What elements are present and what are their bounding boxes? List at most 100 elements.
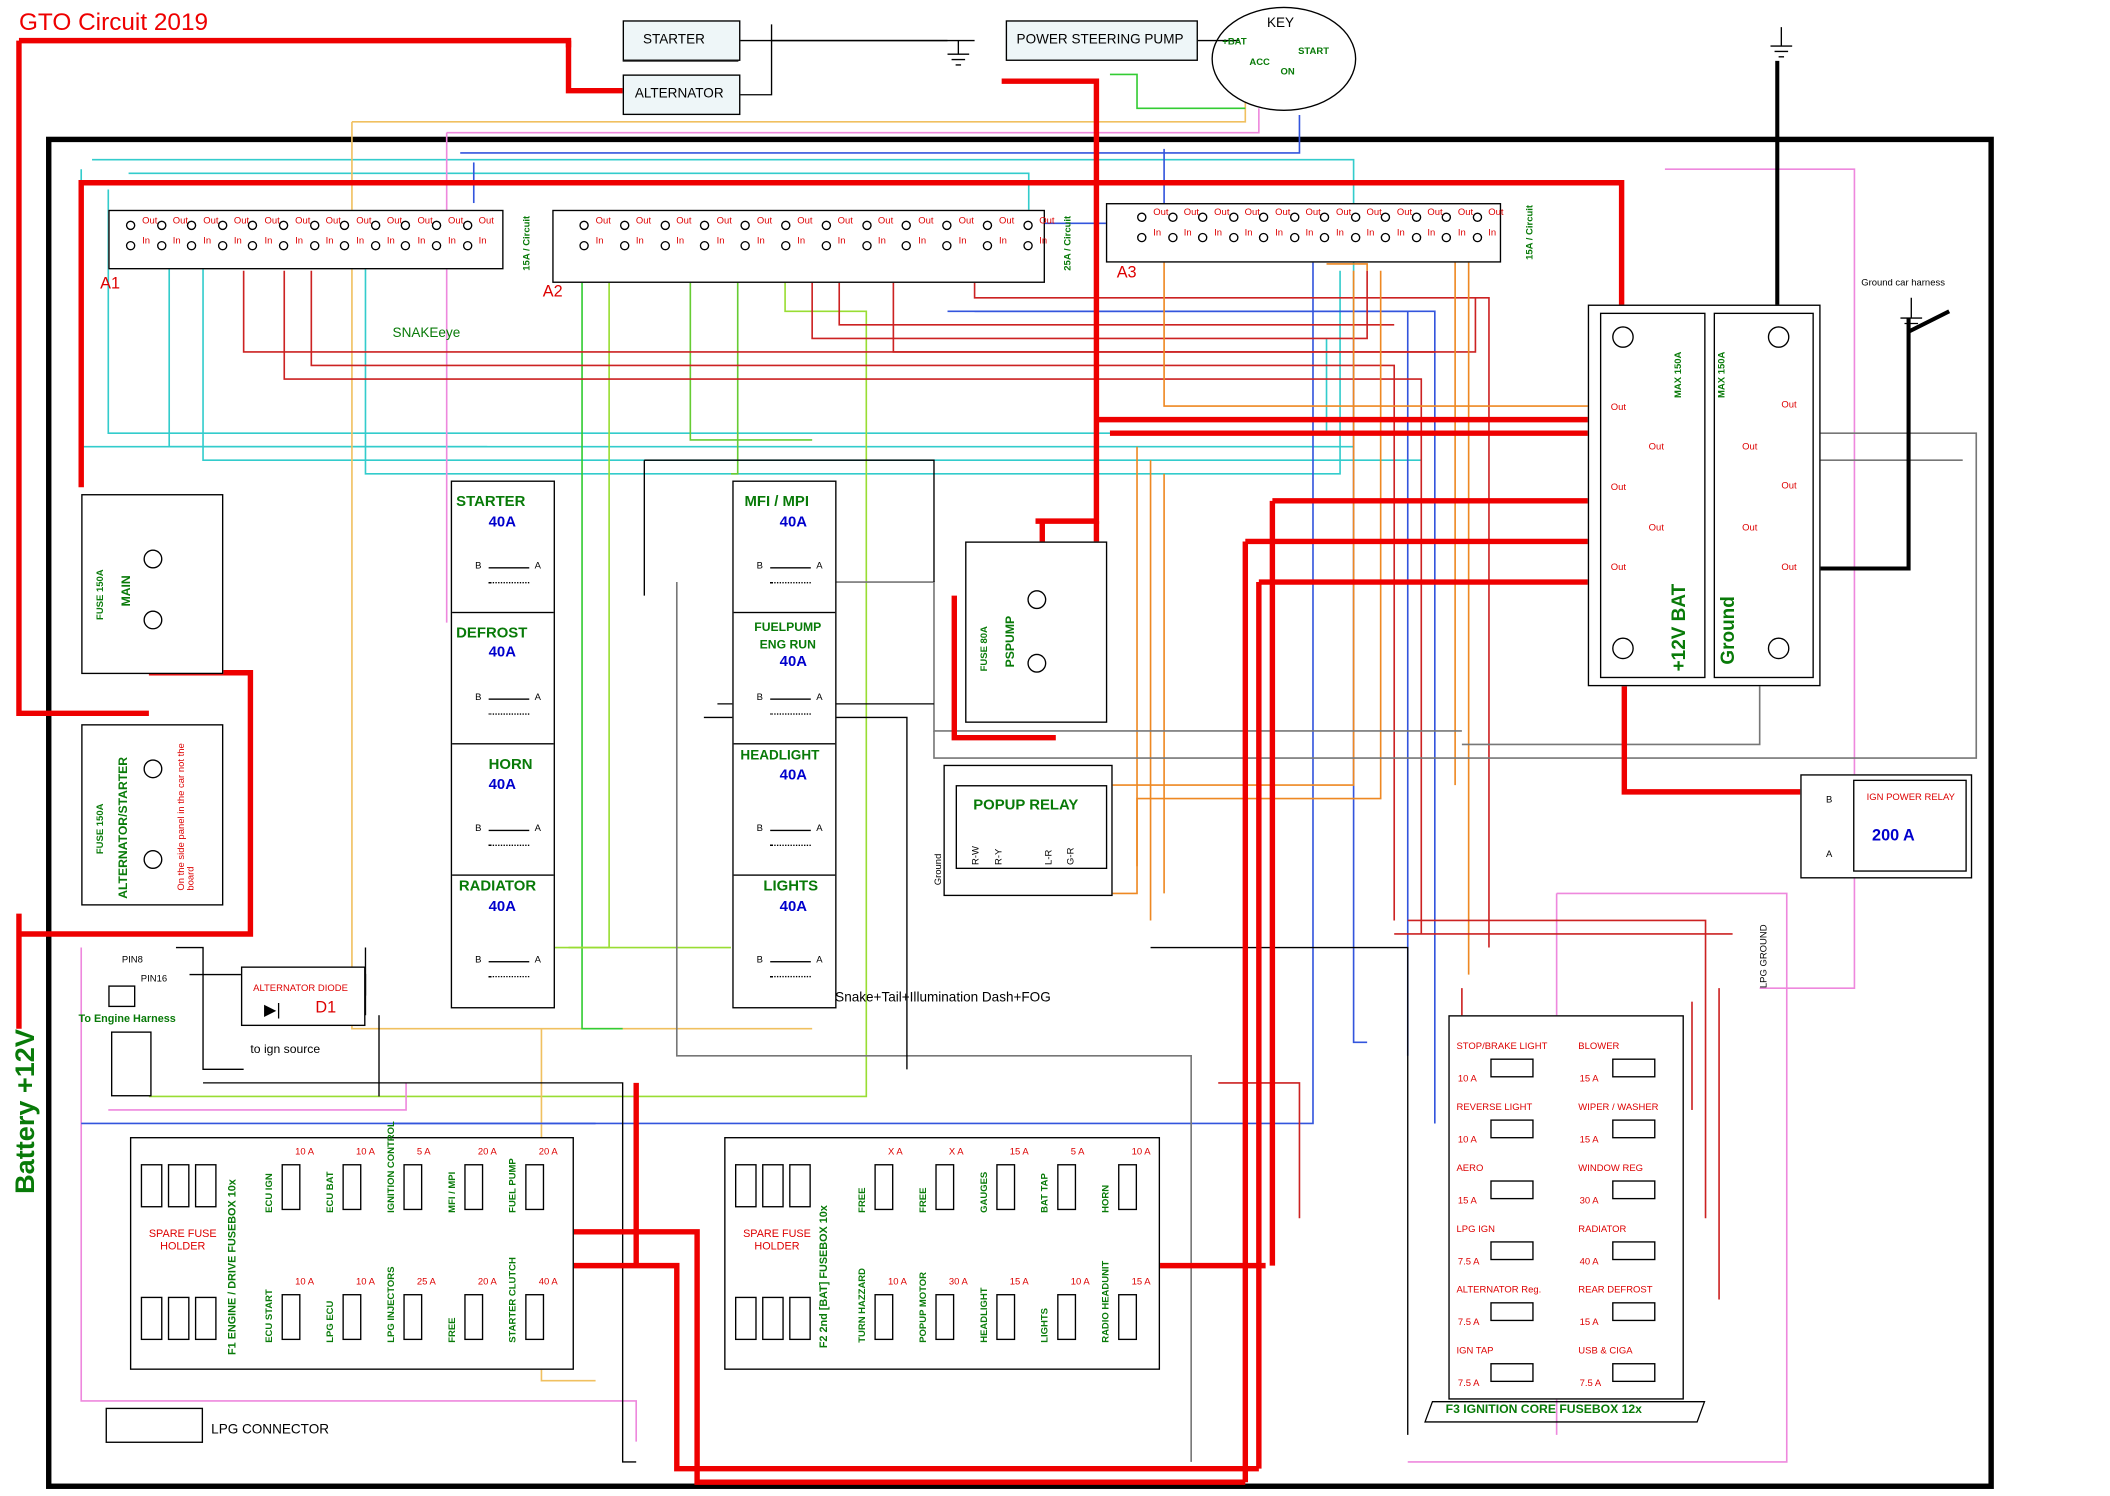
bus-in-label: In [417, 236, 426, 247]
relay-pin-b: B [756, 824, 763, 834]
bus-terminal [156, 240, 166, 251]
bus-out-label: Out [1336, 208, 1352, 218]
ign-relay-b: B [1826, 795, 1833, 806]
fuse-amps: X A [887, 1147, 903, 1158]
f3-fuse-symbol [1612, 1363, 1656, 1383]
lpg-connector-label: LPG CONNECTOR [211, 1422, 330, 1438]
fuse-name: HEADLIGHT [980, 1287, 990, 1343]
spare-fuse-slot [789, 1296, 811, 1341]
f3-fuse-name: RADIATOR [1578, 1225, 1627, 1235]
ground-terminal-bottom [1767, 637, 1790, 660]
bus-terminal [309, 220, 319, 231]
f3-fuse-name: STOP/BRAKE LIGHT [1456, 1042, 1548, 1052]
pspump-fuse-rating: FUSE 80A [980, 626, 990, 672]
bus-terminal [781, 220, 791, 231]
relay-fuelpump-name: FUELPUMP ENG RUN [754, 619, 822, 652]
relay-pin-a: A [534, 824, 541, 834]
f3-fuse-amps: 7.5 A [1457, 1257, 1480, 1267]
bus-terminal [1167, 212, 1177, 222]
dist-out-label: Out [1610, 483, 1627, 493]
relay-pin-a: A [816, 693, 823, 703]
fuse-name: BAT TAP [1040, 1173, 1051, 1213]
bus-out-label: Out [1214, 208, 1230, 218]
fuse-symbol [874, 1164, 894, 1211]
bus-in-label: In [918, 236, 927, 247]
relay-headlight-amps: 40A [779, 767, 807, 784]
fuse-name: FREE [448, 1317, 458, 1343]
bus-in-label: In [203, 236, 212, 247]
alt-fuse-symbol-2 [143, 850, 163, 870]
bus-in-label: In [595, 236, 604, 247]
bus-terminal [619, 220, 630, 231]
f3-fuse-symbol [1612, 1302, 1656, 1322]
f3-fuse-name: REVERSE LIGHT [1456, 1103, 1533, 1113]
bus-in-label: In [264, 236, 273, 247]
bus-out-label: Out [595, 216, 611, 227]
bus-terminal [660, 220, 670, 231]
engine-harness-connector [110, 1031, 152, 1097]
spare-fuse-slot [762, 1164, 784, 1208]
bus-terminal [309, 240, 319, 251]
bus-terminal [370, 240, 381, 251]
bus-terminal [821, 240, 831, 251]
fuse-amps: 20 A [477, 1147, 497, 1158]
bus-terminal [1167, 232, 1177, 243]
fuse-symbol [874, 1294, 894, 1341]
relay-radiator-amps: 40A [488, 898, 516, 916]
diode-title: ALTERNATOR DIODE [253, 984, 348, 994]
spare-fuse-slot [194, 1164, 217, 1208]
ground-bus-max: MAX 150A [1717, 351, 1728, 398]
bat-bus-max: MAX 150A [1674, 351, 1684, 398]
fuse-name: ECU IGN [265, 1173, 275, 1213]
fuse-amps: 10 A [355, 1277, 375, 1288]
bus-out-label: Out [1457, 208, 1474, 218]
bus-terminal [1319, 212, 1330, 222]
popup-pin-3: G-R [1066, 847, 1077, 865]
relay-pin-b: B [756, 693, 763, 703]
bus-in-label: In [1214, 228, 1223, 239]
bus-in-label: In [1183, 228, 1192, 239]
ign-source-label: to ign source [250, 1042, 321, 1056]
spare-fuse-slot [789, 1164, 811, 1208]
bus-terminal [1258, 212, 1269, 222]
bus-terminal [1472, 212, 1482, 222]
f3-fuse-amps: 15 A [1457, 1196, 1477, 1207]
engine-harness-connector-top [108, 985, 136, 1008]
bus-out-label: Out [1183, 208, 1200, 218]
fuse-amps: 10 A [295, 1277, 315, 1288]
relay-pin-b: B [475, 693, 482, 703]
bus-out-label: Out [958, 216, 974, 227]
relay-headlight: HEADLIGHT 40A [733, 744, 836, 876]
alternator-diode-box: ALTERNATOR DIODE D1 ▶| [240, 966, 366, 1027]
f3-fuse-amps: 15 A [1579, 1074, 1599, 1085]
f3-fuse-name: REAR DEFROST [1578, 1285, 1653, 1296]
ign-relay-title: IGN POWER RELAY [1866, 793, 1955, 803]
fuse-symbol [935, 1294, 955, 1341]
dist-out-label: Out [1742, 523, 1758, 534]
power-distribution-block: +12V BAT Ground MAX 150A MAX 150A [1587, 304, 1821, 687]
bus-terminal [861, 240, 872, 251]
relay-pin-b: B [475, 561, 482, 572]
pspump-fuse-symbol-2 [1027, 653, 1047, 673]
bus-in-label: In [676, 236, 685, 247]
dist-out-label: Out [1742, 442, 1758, 453]
relay-pin-a: A [534, 693, 541, 703]
relay-pin-a: A [534, 955, 541, 966]
fuse-symbol [403, 1164, 423, 1211]
ground-terminal-top [1767, 326, 1790, 348]
bus-rating-a2: 25A / Circuit [1063, 215, 1074, 271]
pspump-fuse-symbol [1027, 590, 1047, 610]
bus-terminal [462, 240, 472, 251]
bus-in-label: In [1153, 228, 1162, 239]
pspump-fuse-name: PSPUMP [1003, 615, 1017, 668]
bus-terminal [462, 220, 472, 231]
dist-out-label: Out [1648, 523, 1664, 534]
f3-fuse-name: USB & CIGA [1578, 1346, 1633, 1357]
fuse-name: LPG INJECTORS [387, 1266, 397, 1343]
fuse-name: FREE [919, 1187, 929, 1213]
fuse-amps: 10 A [295, 1147, 315, 1158]
bus-in-label: In [837, 236, 846, 247]
relay-horn-name: HORN [488, 756, 533, 773]
relay-switch-symbol [488, 567, 530, 584]
bus-terminal [1023, 220, 1033, 231]
